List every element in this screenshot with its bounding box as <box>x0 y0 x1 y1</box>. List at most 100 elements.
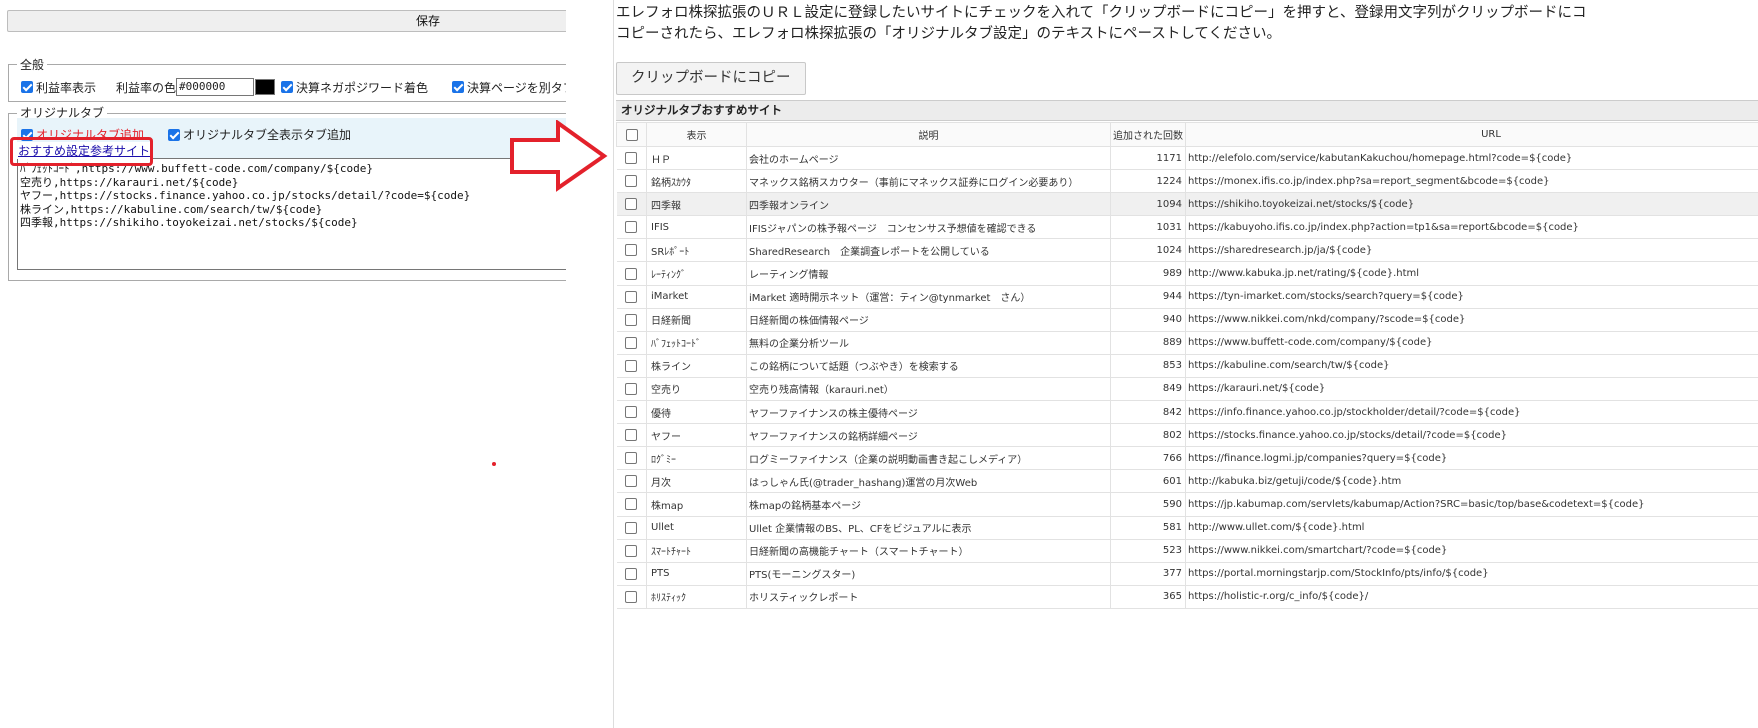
url-cell: https://shikiho.toyokeizai.net/stocks/${… <box>1185 192 1758 217</box>
display-cell: Ullet <box>646 516 747 540</box>
row-checkbox[interactable] <box>625 290 638 303</box>
row-checkbox[interactable] <box>625 267 638 280</box>
table-row[interactable]: SRﾚﾎﾟｰﾄ SharedResearch 企業調査レポートを公開している 102… <box>616 238 1758 263</box>
col-display-header[interactable]: 表示 <box>646 122 747 147</box>
description-cell: この銘柄について話題（つぶやき）を検索する <box>746 354 1111 378</box>
row-checkbox[interactable] <box>625 498 638 511</box>
table-row[interactable]: ﾛｸﾞﾐｰ ログミーファイナンス（企業の説明動画書き起こしメディア） 766 http… <box>616 446 1758 471</box>
row-checkbox[interactable] <box>625 429 638 442</box>
row-checkbox[interactable] <box>625 521 638 534</box>
row-checkbox[interactable] <box>625 544 638 557</box>
recommend-sites-table: 表示 説明 追加された回数 URL ＨＰ 会社のホームページ 1171 http://… <box>616 122 1758 609</box>
url-cell: https://jp.kabumap.com/servlets/kabumap/… <box>1185 492 1758 517</box>
display-cell: PTS <box>646 562 747 586</box>
table-row[interactable]: 空売り 空売り残高情報（karauri.net） 849 https://karaur… <box>616 377 1758 402</box>
row-checkbox[interactable] <box>625 590 638 603</box>
row-checkbox-cell <box>616 261 647 286</box>
row-checkbox-cell <box>616 192 647 217</box>
table-row[interactable]: iMarket iMarket 適時開示ネット（運営：ティン@tynmarket … <box>616 285 1758 309</box>
row-checkbox-cell <box>616 446 647 471</box>
all-tab-checkbox[interactable] <box>168 128 181 141</box>
settle-new-tab-label: 決算ページを別タブで表示 <box>467 80 566 95</box>
table-row[interactable]: 株ライン この銘柄について話題（つぶやき）を検索する 853 https://kabu… <box>616 354 1758 378</box>
description-cell: 会社のホームページ <box>746 146 1111 171</box>
count-cell: 849 <box>1110 377 1186 402</box>
general-legend: 全般 <box>17 56 48 73</box>
count-cell: 1224 <box>1110 169 1186 194</box>
description-cell: レーティング情報 <box>746 261 1111 286</box>
table-row[interactable]: 株map 株mapの銘柄基本ページ 590 https://jp.kabumap.co… <box>616 492 1758 517</box>
description-cell: 空売り残高情報（karauri.net） <box>746 377 1111 402</box>
table-row[interactable]: ＨＰ 会社のホームページ 1171 http://elefolo.com/servic… <box>616 146 1758 171</box>
table-row[interactable]: ヤフー ヤフーファイナンスの銘柄詳細ページ 802 https://stocks.fi… <box>616 423 1758 448</box>
url-cell: https://monex.ifis.co.jp/index.php?sa=re… <box>1185 169 1758 194</box>
row-checkbox[interactable] <box>625 567 638 580</box>
row-checkbox-cell <box>616 146 647 171</box>
row-checkbox[interactable] <box>625 198 638 211</box>
url-cell: https://sharedresearch.jp/ja/${code} <box>1185 238 1758 263</box>
row-checkbox[interactable] <box>625 221 638 234</box>
url-cell: https://karauri.net/${code} <box>1185 377 1758 402</box>
col-desc-header[interactable]: 説明 <box>746 122 1111 147</box>
nega-posi-label: 決算ネガポジワード着色 <box>296 80 429 95</box>
nega-posi-checkbox[interactable] <box>281 81 294 93</box>
table-row[interactable]: 月次 はっしゃん氏(@trader_hashang)運営の月次Web 601 http… <box>616 469 1758 494</box>
row-checkbox[interactable] <box>625 336 638 349</box>
display-cell: 優待 <box>646 400 747 425</box>
copy-to-clipboard-button[interactable]: クリップボードにコピー <box>616 62 806 95</box>
row-checkbox-cell <box>616 539 647 563</box>
col-url-header[interactable]: URL <box>1185 122 1758 147</box>
display-cell: 株ライン <box>646 354 747 378</box>
profit-display-checkbox[interactable] <box>21 81 33 93</box>
url-cell: http://www.ullet.com/${code}.html <box>1185 516 1758 540</box>
row-checkbox[interactable] <box>625 313 638 326</box>
table-row[interactable]: 優待 ヤフーファイナンスの株主優待ページ 842 https://info.finan… <box>616 400 1758 425</box>
description-cell: Ullet 企業情報のBS、PL、CFをビジュアルに表示 <box>746 516 1111 540</box>
instruction-line-2: コピーされたら、エレフォロ株探拡張の「オリジナルタブ設定」のテキストにペーストし… <box>616 26 1281 42</box>
annotation-arrow-icon <box>510 120 608 192</box>
display-cell: SRﾚﾎﾟｰﾄ <box>646 238 747 263</box>
profit-color-swatch[interactable] <box>255 79 276 95</box>
save-button-label: 保存 <box>415 14 440 28</box>
row-checkbox[interactable] <box>625 382 638 395</box>
table-row[interactable]: ﾊﾞﾌｪｯﾄｺｰﾄﾞ 無料の企業分析ツール 889 https://www.buffe… <box>616 331 1758 355</box>
row-checkbox[interactable] <box>625 452 638 465</box>
table-row[interactable]: ｽﾏｰﾄﾁｬｰﾄ 日経新聞の高機能チャート（スマートチャート） 523 https:/… <box>616 539 1758 563</box>
table-row[interactable]: PTS PTS(モーニングスター) 377 https://portal.mornin… <box>616 562 1758 586</box>
row-checkbox[interactable] <box>625 359 638 372</box>
settle-new-tab-checkbox[interactable] <box>452 81 465 93</box>
settings-panel: 保存 全般 利益率表示 利益率の色 #000000 決算ネガポジワード着色 決算… <box>0 0 566 728</box>
row-checkbox[interactable] <box>625 152 638 165</box>
row-checkbox-cell <box>616 377 647 402</box>
count-cell: 1031 <box>1110 215 1186 240</box>
display-cell: ＨＰ <box>646 146 747 171</box>
count-cell: 944 <box>1110 285 1186 309</box>
row-checkbox[interactable] <box>625 244 638 257</box>
table-row[interactable]: Ullet Ullet 企業情報のBS、PL、CFをビジュアルに表示 581 http… <box>616 516 1758 540</box>
count-cell: 377 <box>1110 562 1186 586</box>
row-checkbox[interactable] <box>625 406 638 419</box>
select-all-checkbox[interactable] <box>625 128 638 141</box>
col-count-header[interactable]: 追加された回数 <box>1110 122 1186 147</box>
row-checkbox[interactable] <box>625 175 638 188</box>
table-row[interactable]: 日経新聞 日経新聞の株価情報ページ 940 https://www.nikkei.co… <box>616 308 1758 332</box>
save-button[interactable]: 保存 <box>7 10 566 32</box>
table-row[interactable]: 銘柄ｽｶｳﾀ マネックス銘柄スカウター（事前にマネックス証券にログイン必要あり） 1… <box>616 169 1758 194</box>
display-cell: iMarket <box>646 285 747 309</box>
display-cell: 日経新聞 <box>646 308 747 332</box>
table-row[interactable]: ﾎﾘｽﾃｨｯｸ ホリスティックレポート 365 https://holistic-r.… <box>616 585 1758 609</box>
table-row[interactable]: 四季報 四季報オンライン 1094 https://shikiho.toyokeiza… <box>616 192 1758 217</box>
original-tab-textarea[interactable]: ﾊﾞﾌｪｯﾄｺｰﾄﾞ,https://www.buffett-code.com/… <box>17 158 566 270</box>
count-cell: 940 <box>1110 308 1186 332</box>
description-cell: ヤフーファイナンスの株主優待ページ <box>746 400 1111 425</box>
url-cell: https://tyn-imarket.com/stocks/search?qu… <box>1185 285 1758 309</box>
row-checkbox-cell <box>616 562 647 586</box>
profit-color-input[interactable]: #000000 <box>176 78 255 96</box>
recommend-panel: エレフォロ株探拡張のＵＲＬ設定に登録したいサイトにチェックを入れて「クリップボー… <box>613 0 1758 728</box>
description-cell: IFISジャパンの株予報ページ コンセンサス予想値を確認できる <box>746 215 1111 240</box>
url-cell: https://info.finance.yahoo.co.jp/stockho… <box>1185 400 1758 425</box>
row-checkbox[interactable] <box>625 475 638 488</box>
table-row[interactable]: IFIS IFISジャパンの株予報ページ コンセンサス予想値を確認できる 1031 h… <box>616 215 1758 240</box>
table-row[interactable]: ﾚｰﾃｨﾝｸﾞ レーティング情報 989 http://www.kabuka.jp.n… <box>616 261 1758 286</box>
row-checkbox-cell <box>616 238 647 263</box>
